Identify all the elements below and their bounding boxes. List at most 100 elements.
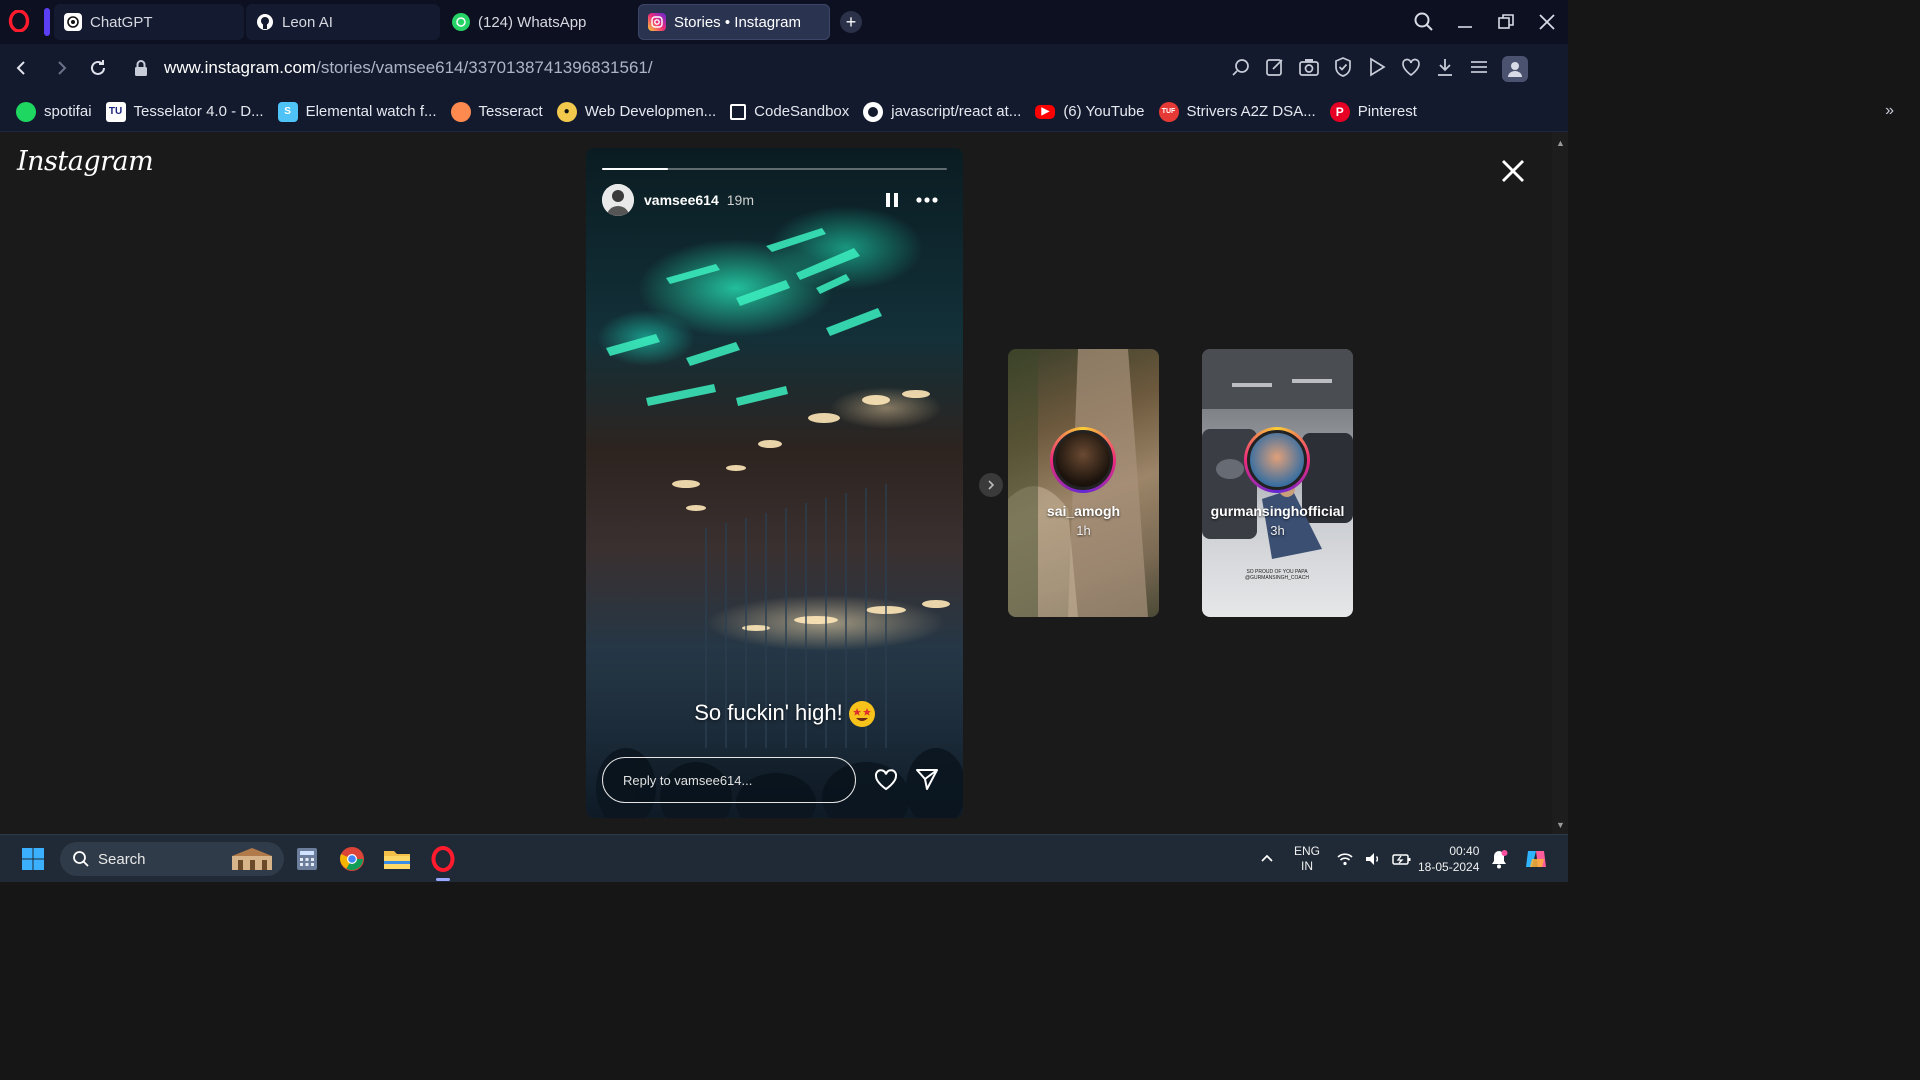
chevron-right-icon — [988, 480, 995, 490]
more-options-icon[interactable] — [915, 188, 939, 212]
bookmark-label: Elemental watch f... — [305, 103, 437, 120]
url-domain: www.instagram.com — [164, 58, 317, 77]
bookmarks-bar: spotifai TU Tesselator 4.0 - D... S Elemen… — [0, 92, 1568, 132]
taskbar-opera[interactable] — [427, 843, 459, 875]
bookmark-codesandbox[interactable]: CodeSandbox — [730, 103, 849, 120]
instagram-icon — [648, 13, 666, 31]
instagram-logo[interactable]: Instagram — [17, 146, 154, 177]
active-app-indicator — [436, 878, 450, 881]
lock-icon[interactable] — [134, 59, 148, 77]
url-text[interactable]: www.instagram.com/stories/vamsee614/3370… — [164, 58, 653, 78]
my-flow-heart-icon[interactable] — [1400, 56, 1422, 78]
copilot-icon[interactable] — [1522, 835, 1550, 883]
back-icon[interactable] — [9, 56, 33, 80]
toolbar-icons — [1230, 56, 1528, 82]
edit-icon[interactable] — [1264, 56, 1286, 78]
pause-icon[interactable] — [883, 191, 901, 209]
tab-leon-ai[interactable]: Leon AI — [246, 4, 440, 40]
like-heart-icon[interactable] — [873, 767, 899, 793]
story-progress-bar — [602, 168, 947, 170]
pinterest-icon: P — [1329, 101, 1350, 122]
easy-setup-menu-icon[interactable] — [1468, 56, 1490, 78]
folder-icon — [384, 851, 410, 869]
clock-date: 18-05-2024 — [1418, 860, 1480, 874]
avatar[interactable] — [602, 184, 634, 216]
elemental-icon: S — [277, 101, 298, 122]
taskbar-calculator[interactable] — [291, 843, 323, 875]
system-icons[interactable] — [1336, 835, 1412, 883]
bookmark-elemental[interactable]: S Elemental watch f... — [277, 101, 437, 122]
windows-start-icon[interactable] — [21, 847, 45, 871]
reload-icon[interactable] — [86, 56, 110, 80]
bookmark-pinterest[interactable]: P Pinterest — [1329, 101, 1417, 122]
tray-overflow-icon[interactable] — [1258, 835, 1276, 883]
minimize-icon[interactable] — [1453, 10, 1477, 34]
windows-taskbar: Search ENG IN 00:40 18-05-2024 — [0, 834, 1568, 882]
volume-icon — [1366, 853, 1379, 865]
bookmark-label: Web Developmen... — [584, 103, 717, 120]
reply-input[interactable]: Reply to vamsee614... — [602, 757, 856, 803]
search-tabs-icon[interactable] — [1412, 10, 1436, 34]
forward-icon[interactable] — [50, 56, 74, 80]
workspace-indicator — [44, 8, 50, 36]
wifi-icon — [1337, 853, 1353, 866]
bookmark-javascript-react[interactable]: javascript/react at... — [863, 101, 1022, 122]
bookmark-strivers[interactable]: TUF Strivers A2Z DSA... — [1158, 101, 1316, 122]
bookmarks-overflow-icon[interactable]: » — [1885, 102, 1894, 120]
bookmark-label: Tesselator 4.0 - D... — [133, 103, 264, 120]
next-story-button[interactable] — [979, 473, 1003, 497]
avatar — [1050, 427, 1116, 493]
story-header: vamsee614 19m — [602, 184, 947, 216]
story-username[interactable]: vamsee614 — [644, 192, 719, 208]
bookmark-web-development[interactable]: ● Web Developmen... — [556, 101, 717, 122]
url-field[interactable]: www.instagram.com/stories/vamsee614/3370… — [130, 50, 1220, 86]
bookmark-label: javascript/react at... — [891, 103, 1022, 120]
tab-whatsapp[interactable]: (124) WhatsApp — [442, 4, 636, 40]
scroll-up-icon[interactable]: ▲ — [1556, 138, 1565, 148]
send-direct-icon[interactable] — [915, 767, 939, 791]
tab-label: Stories • Instagram — [674, 13, 801, 31]
tuf-icon: TUF — [1158, 101, 1179, 122]
clock[interactable]: 00:40 18-05-2024 — [1418, 835, 1479, 883]
scroll-down-icon[interactable]: ▼ — [1556, 820, 1565, 830]
tab-chatgpt[interactable]: ChatGPT — [54, 4, 244, 40]
battery-charging-icon — [1392, 854, 1411, 865]
instagram-stories-page: Instagram vamsee614 19m So fuckin' high!… — [0, 132, 1568, 834]
bookmark-tesselator[interactable]: TU Tesselator 4.0 - D... — [105, 101, 264, 122]
tesselator-icon: TU — [105, 101, 126, 122]
taskbar-chrome[interactable] — [336, 843, 368, 875]
new-tab-button[interactable]: + — [840, 11, 862, 33]
vpn-shield-icon[interactable] — [1332, 56, 1354, 78]
active-story[interactable]: vamsee614 19m So fuckin' high! Reply to … — [586, 148, 963, 818]
opera-logo-icon[interactable] — [8, 10, 30, 32]
tab-label: (124) WhatsApp — [478, 13, 587, 31]
story-preview-gurmansinghofficial[interactable]: gurmansinghofficial 3h SO PROUD OF YOU P… — [1202, 349, 1353, 617]
tab-instagram-stories[interactable]: Stories • Instagram — [638, 4, 830, 40]
bookmark-label: CodeSandbox — [754, 103, 850, 120]
snapshot-camera-icon[interactable] — [1298, 56, 1320, 78]
page-scrollbar[interactable]: ▲ ▼ — [1552, 132, 1568, 834]
close-window-icon[interactable] — [1535, 10, 1559, 34]
profile-icon[interactable] — [1502, 56, 1528, 82]
bookmark-spotifai[interactable]: spotifai — [16, 101, 92, 122]
story-progress-fill — [602, 168, 668, 170]
tesseract-icon — [450, 101, 471, 122]
bookmark-youtube[interactable]: ▶ (6) YouTube — [1035, 103, 1145, 120]
find-in-page-icon[interactable] — [1230, 56, 1252, 78]
language-indicator[interactable]: ENG IN — [1294, 835, 1320, 883]
close-stories-icon[interactable] — [1498, 156, 1528, 186]
bookmark-tesseract[interactable]: Tesseract — [450, 101, 543, 122]
notifications-icon[interactable] — [1490, 835, 1508, 883]
restore-icon[interactable] — [1494, 10, 1518, 34]
star-struck-emoji-icon — [848, 701, 875, 728]
download-icon[interactable] — [1434, 56, 1456, 78]
reply-placeholder: Reply to vamsee614... — [623, 772, 753, 788]
language-code: ENG — [1294, 844, 1321, 858]
taskbar-file-explorer[interactable] — [381, 843, 413, 875]
player-play-icon[interactable] — [1366, 56, 1388, 78]
search-icon — [73, 851, 89, 867]
opera-icon — [431, 846, 455, 872]
spotify-icon — [16, 101, 36, 122]
taskbar-search[interactable]: Search — [60, 842, 284, 876]
story-preview-sai-amogh[interactable]: sai_amogh 1h — [1008, 349, 1159, 617]
